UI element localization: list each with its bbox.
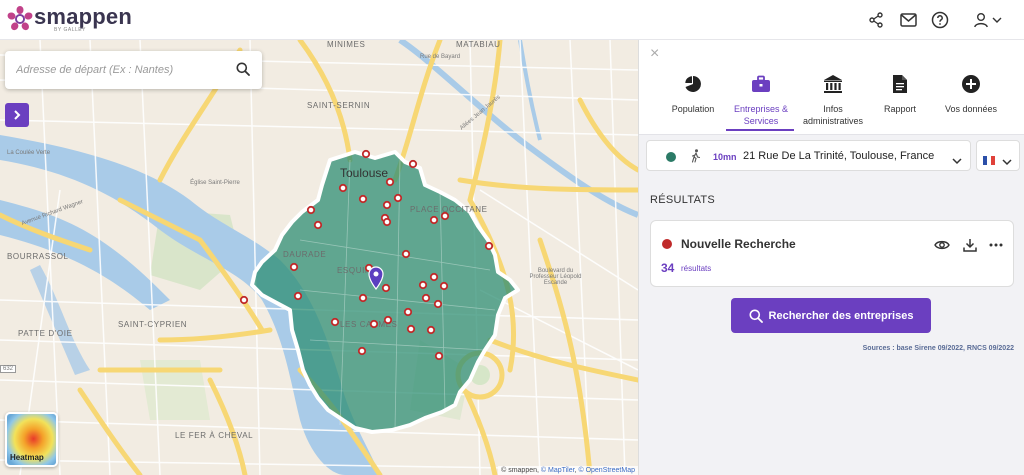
- business-marker[interactable]: [429, 272, 439, 282]
- eye-icon[interactable]: [933, 237, 951, 253]
- cta-label: Rechercher des entreprises: [768, 309, 914, 322]
- tab-label: Rapport: [883, 104, 917, 114]
- business-marker[interactable]: [381, 283, 391, 293]
- active-tab-indicator: [726, 129, 794, 131]
- analysis-panel: × Population Entreprises & Services Info…: [638, 40, 1024, 475]
- business-marker[interactable]: [293, 291, 303, 301]
- result-count: 34: [661, 261, 675, 275]
- download-icon[interactable]: [961, 237, 979, 253]
- business-marker[interactable]: [406, 324, 416, 334]
- tab-vos-donnees[interactable]: Vos données: [939, 73, 1003, 115]
- france-flag-icon: [983, 152, 995, 170]
- panel-tabs-bar: × Population Entreprises & Services Info…: [639, 40, 1024, 135]
- business-marker[interactable]: [440, 211, 450, 221]
- business-marker[interactable]: [393, 193, 403, 203]
- search-companies-button[interactable]: Rechercher des entreprises: [731, 298, 931, 333]
- business-marker[interactable]: [439, 281, 449, 291]
- data-sources: Sources : base Sirene 09/2022, RNCS 09/2…: [862, 345, 1014, 352]
- business-marker[interactable]: [433, 299, 443, 309]
- brand-subtitle: BY GALLEY: [54, 27, 86, 33]
- business-marker[interactable]: [408, 159, 418, 169]
- business-marker[interactable]: [338, 183, 348, 193]
- chevron-right-icon: [14, 110, 21, 120]
- more-icon[interactable]: [987, 237, 1005, 253]
- tab-label: Entreprises & Services: [733, 104, 789, 126]
- briefcase-icon: [750, 73, 772, 95]
- plus-circle-icon: [960, 73, 982, 95]
- user-menu[interactable]: [970, 9, 1004, 31]
- smappen-logo-icon: [7, 6, 33, 31]
- country-selector[interactable]: [976, 140, 1020, 171]
- business-marker[interactable]: [358, 293, 368, 303]
- search-input[interactable]: [16, 64, 216, 76]
- app-header: smappen BY GALLEY: [0, 0, 1024, 40]
- smappen-logo[interactable]: [6, 5, 34, 33]
- location-address: 21 Rue De La Trinité, Toulouse, France: [743, 150, 935, 162]
- openstreetmap-link[interactable]: © OpenStreetMap: [578, 467, 635, 474]
- business-marker[interactable]: [383, 315, 393, 325]
- heatmap-toggle[interactable]: Heatmap: [5, 412, 58, 467]
- business-marker[interactable]: [357, 346, 367, 356]
- close-panel-button[interactable]: ×: [650, 45, 659, 63]
- location-selector[interactable]: 10mn 21 Rue De La Trinité, Toulouse, Fra…: [646, 140, 971, 171]
- business-marker[interactable]: [313, 220, 323, 230]
- markers-layer: [239, 149, 494, 361]
- institution-icon: [822, 73, 844, 95]
- maptiler-link[interactable]: © MapTiler: [541, 467, 575, 474]
- tab-label: Vos données: [944, 104, 998, 114]
- business-marker[interactable]: [382, 217, 392, 227]
- pie-chart-icon: [682, 73, 704, 95]
- chevron-down-icon: [1002, 153, 1012, 171]
- business-marker[interactable]: [306, 205, 316, 215]
- document-icon: [889, 73, 911, 95]
- attribution-prefix: © smappen,: [501, 467, 541, 474]
- business-marker[interactable]: [361, 149, 371, 159]
- tab-label: Infos administratives: [802, 104, 864, 126]
- start-location-pin[interactable]: [368, 266, 384, 291]
- chevron-down-icon: [952, 152, 962, 170]
- start-address-search: [5, 51, 262, 89]
- results-heading: RÉSULTATS: [650, 194, 716, 206]
- business-marker[interactable]: [434, 351, 444, 361]
- travel-time: 10mn: [713, 152, 737, 162]
- business-marker[interactable]: [418, 280, 428, 290]
- map-view[interactable]: MINIMES MATABIAU SAINT-SERNIN Toulouse P…: [0, 40, 638, 475]
- business-marker[interactable]: [426, 325, 436, 335]
- result-count-label: résultats: [681, 264, 712, 273]
- zone-color-dot: [666, 152, 676, 162]
- business-marker[interactable]: [429, 215, 439, 225]
- share-icon[interactable]: [865, 9, 887, 31]
- tab-population[interactable]: Population: [665, 73, 721, 115]
- business-marker[interactable]: [484, 241, 494, 251]
- help-icon[interactable]: [929, 9, 951, 31]
- business-marker[interactable]: [330, 317, 340, 327]
- result-card[interactable]: Nouvelle Recherche 34 résultats: [650, 220, 1014, 287]
- tab-infos-administratives[interactable]: Infos administratives: [801, 73, 865, 127]
- business-marker[interactable]: [421, 293, 431, 303]
- result-title: Nouvelle Recherche: [681, 237, 796, 251]
- tab-entreprises-services[interactable]: Entreprises & Services: [727, 73, 795, 127]
- search-icon: [749, 309, 763, 323]
- result-color-dot: [662, 239, 672, 249]
- business-marker[interactable]: [289, 262, 299, 272]
- mail-icon[interactable]: [897, 9, 919, 31]
- expand-panel-button[interactable]: [5, 103, 29, 127]
- map-attribution: © smappen, © MapTiler, © OpenStreetMap: [498, 466, 638, 475]
- walking-icon: [690, 149, 702, 168]
- business-marker[interactable]: [358, 194, 368, 204]
- business-marker[interactable]: [239, 295, 249, 305]
- search-icon[interactable]: [236, 62, 252, 78]
- business-marker[interactable]: [385, 177, 395, 187]
- user-icon: [973, 13, 988, 28]
- chevron-down-icon: [992, 17, 1001, 23]
- business-marker[interactable]: [401, 249, 411, 259]
- business-marker[interactable]: [369, 319, 379, 329]
- tab-label: Population: [671, 104, 715, 114]
- business-marker[interactable]: [403, 307, 413, 317]
- heatmap-label: Heatmap: [10, 453, 44, 462]
- business-marker[interactable]: [382, 200, 392, 210]
- tab-rapport[interactable]: Rapport: [875, 73, 925, 115]
